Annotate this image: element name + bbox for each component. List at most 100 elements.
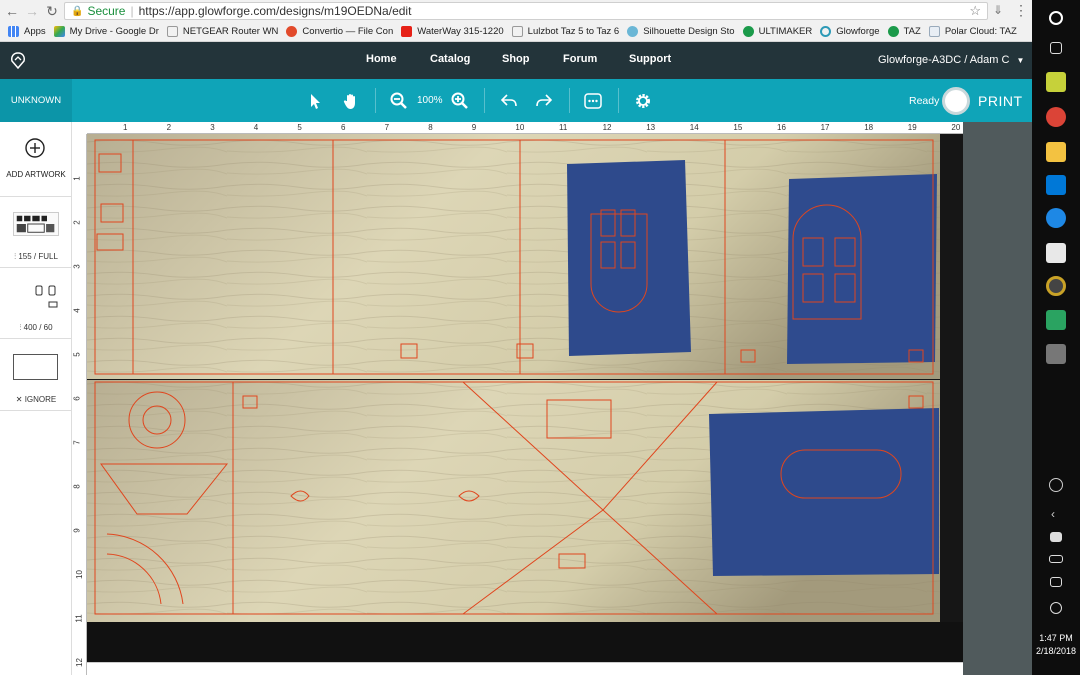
ruler-label: 8 xyxy=(428,123,433,132)
battery-icon[interactable] xyxy=(1049,555,1063,563)
print-button[interactable]: PRINT xyxy=(942,85,1032,116)
bookmark-drive[interactable]: My Drive - Google Dr xyxy=(53,26,159,37)
bookmark-apps[interactable]: Apps xyxy=(8,26,46,37)
bookmark-glowforge[interactable]: Glowforge xyxy=(820,26,880,37)
glowforge-logo-icon[interactable] xyxy=(10,52,26,69)
close-icon: ✕ xyxy=(15,395,25,404)
redo-icon[interactable] xyxy=(533,90,555,112)
more-options-icon[interactable] xyxy=(582,90,604,112)
ruler-label: 9 xyxy=(471,123,477,132)
nav-shop[interactable]: Shop xyxy=(502,53,530,65)
reload-icon[interactable]: ↻ xyxy=(44,3,60,19)
setting-2-value: 400 / 60 xyxy=(23,323,53,332)
browser-menu-icon[interactable]: ⋮ xyxy=(1014,2,1028,19)
omnibox-separator: | xyxy=(130,4,134,18)
ruler-label: 5 xyxy=(297,123,302,132)
design-thumbnail-3[interactable] xyxy=(13,354,58,380)
bookmark-ultimaker[interactable]: ULTIMAKER xyxy=(742,26,813,37)
ignore-setting[interactable]: ✕ IGNORE xyxy=(0,395,72,404)
bottom-strip xyxy=(87,662,963,675)
cortana-icon[interactable] xyxy=(1049,11,1063,25)
task-view-icon[interactable] xyxy=(1050,42,1062,54)
zoom-in-icon[interactable] xyxy=(449,90,471,112)
bookmark-waterway[interactable]: WaterWay 315-1220 xyxy=(401,26,504,37)
pen-icon[interactable] xyxy=(1050,602,1062,614)
ruler-label: 1 xyxy=(72,176,82,181)
ruler-label: 12 xyxy=(74,658,84,667)
device-name: Glowforge-A3DC xyxy=(878,54,962,66)
ruler-label: 17 xyxy=(820,123,830,132)
dropbox-icon[interactable] xyxy=(1050,532,1062,542)
back-icon[interactable]: ← xyxy=(4,3,20,19)
vertical-ruler: 1 2 3 4 5 6 7 8 9 10 11 12 xyxy=(72,134,87,675)
ruler-label: 6 xyxy=(72,396,82,401)
material-selector[interactable]: UNKNOWN xyxy=(0,79,72,122)
glowforge-icon xyxy=(820,26,832,37)
nav-catalog[interactable]: Catalog xyxy=(430,53,470,65)
system-clock[interactable]: 1:47 PM 2/18/2018 xyxy=(1032,632,1080,658)
app-icon[interactable] xyxy=(1046,344,1066,364)
bookmark-star-icon[interactable]: ☆ xyxy=(969,3,981,19)
chevron-left-icon[interactable]: ‹ xyxy=(1051,507,1061,521)
bookmark-polar[interactable]: Polar Cloud: TAZ xyxy=(928,26,1017,37)
app-icon[interactable] xyxy=(1046,310,1066,330)
people-icon[interactable] xyxy=(1049,478,1063,492)
bookmark-convertio[interactable]: Convertio — File Con xyxy=(286,26,393,37)
design-thumbnail-1[interactable] xyxy=(13,212,59,236)
youtube-icon xyxy=(401,26,413,37)
bookmark-taz[interactable]: TAZ xyxy=(887,26,921,37)
add-artwork-label[interactable]: ADD ARTWORK xyxy=(0,170,72,180)
bookmark-label: My Drive - Google Dr xyxy=(69,26,159,37)
status-text: Ready xyxy=(909,95,940,107)
bookmark-label: Convertio — File Con xyxy=(302,26,394,37)
bookmark-silhouette[interactable]: Silhouette Design Sto xyxy=(627,26,735,37)
silhouette-icon xyxy=(627,26,639,37)
masking-tape xyxy=(709,408,939,576)
mail-icon[interactable] xyxy=(1046,243,1066,263)
bookmark-label: ULTIMAKER xyxy=(758,26,813,37)
hand-tool-icon[interactable] xyxy=(340,90,362,112)
panel-divider xyxy=(0,196,72,197)
omnibox[interactable]: 🔒 Secure | https://app.glowforge.com/des… xyxy=(64,2,988,20)
nav-forum[interactable]: Forum xyxy=(563,53,597,65)
zoom-out-icon[interactable] xyxy=(388,90,410,112)
panel-divider xyxy=(0,410,72,411)
app-icon[interactable] xyxy=(1046,72,1066,92)
polar-cloud-icon xyxy=(928,26,940,37)
chrome-icon[interactable] xyxy=(1046,107,1066,127)
edge-icon[interactable] xyxy=(1046,208,1066,228)
forward-icon[interactable]: → xyxy=(24,3,40,19)
ruler-label: 13 xyxy=(646,123,656,132)
lock-icon: 🔒 xyxy=(71,5,84,17)
ruler-label: 3 xyxy=(72,264,82,269)
address-row: ← → ↻ 🔒 Secure | https://app.glowforge.c… xyxy=(0,0,1032,22)
bookmark-netgear[interactable]: NETGEAR Router WN xyxy=(166,26,278,37)
url-text[interactable]: https://app.glowforge.com/designs/m19OED… xyxy=(139,4,412,18)
pointer-tool-icon[interactable] xyxy=(304,90,326,112)
gear-icon[interactable] xyxy=(632,90,654,112)
nav-support[interactable]: Support xyxy=(629,53,671,65)
undo-icon[interactable] xyxy=(498,90,520,112)
account-menu[interactable]: Glowforge-A3DC / Adam C ▼ xyxy=(878,54,1024,66)
drive-icon xyxy=(53,26,65,37)
ruler-label: 8 xyxy=(72,484,82,489)
app-icon[interactable] xyxy=(1046,276,1066,296)
file-explorer-icon[interactable] xyxy=(1046,142,1066,162)
ignore-label: IGNORE xyxy=(24,395,57,404)
windows-taskbar: ‹ 1:47 PM 2/18/2018 xyxy=(1032,0,1080,675)
toolbar-divider xyxy=(569,88,570,113)
extension-icon[interactable]: ⇓ xyxy=(993,3,1007,17)
setting-1-value: 155 / FULL xyxy=(18,252,58,261)
bed-camera-view[interactable] xyxy=(87,134,963,662)
bookmark-lulzbot[interactable]: Lulzbot Taz 5 to Taz 6 xyxy=(511,26,619,37)
design-thumbnail-2[interactable] xyxy=(35,284,63,314)
bookmark-label: Glowforge xyxy=(836,26,880,37)
store-icon[interactable] xyxy=(1046,175,1066,195)
bed-tray xyxy=(87,622,963,662)
nav-home[interactable]: Home xyxy=(366,53,397,65)
power-setting-1[interactable]: ⫶ 155 / FULL xyxy=(0,252,72,262)
power-setting-2[interactable]: ⫶ 400 / 60 xyxy=(0,323,72,333)
ruler-label: 7 xyxy=(384,123,390,132)
volume-icon[interactable] xyxy=(1050,577,1062,587)
add-circle-icon[interactable] xyxy=(25,138,45,158)
